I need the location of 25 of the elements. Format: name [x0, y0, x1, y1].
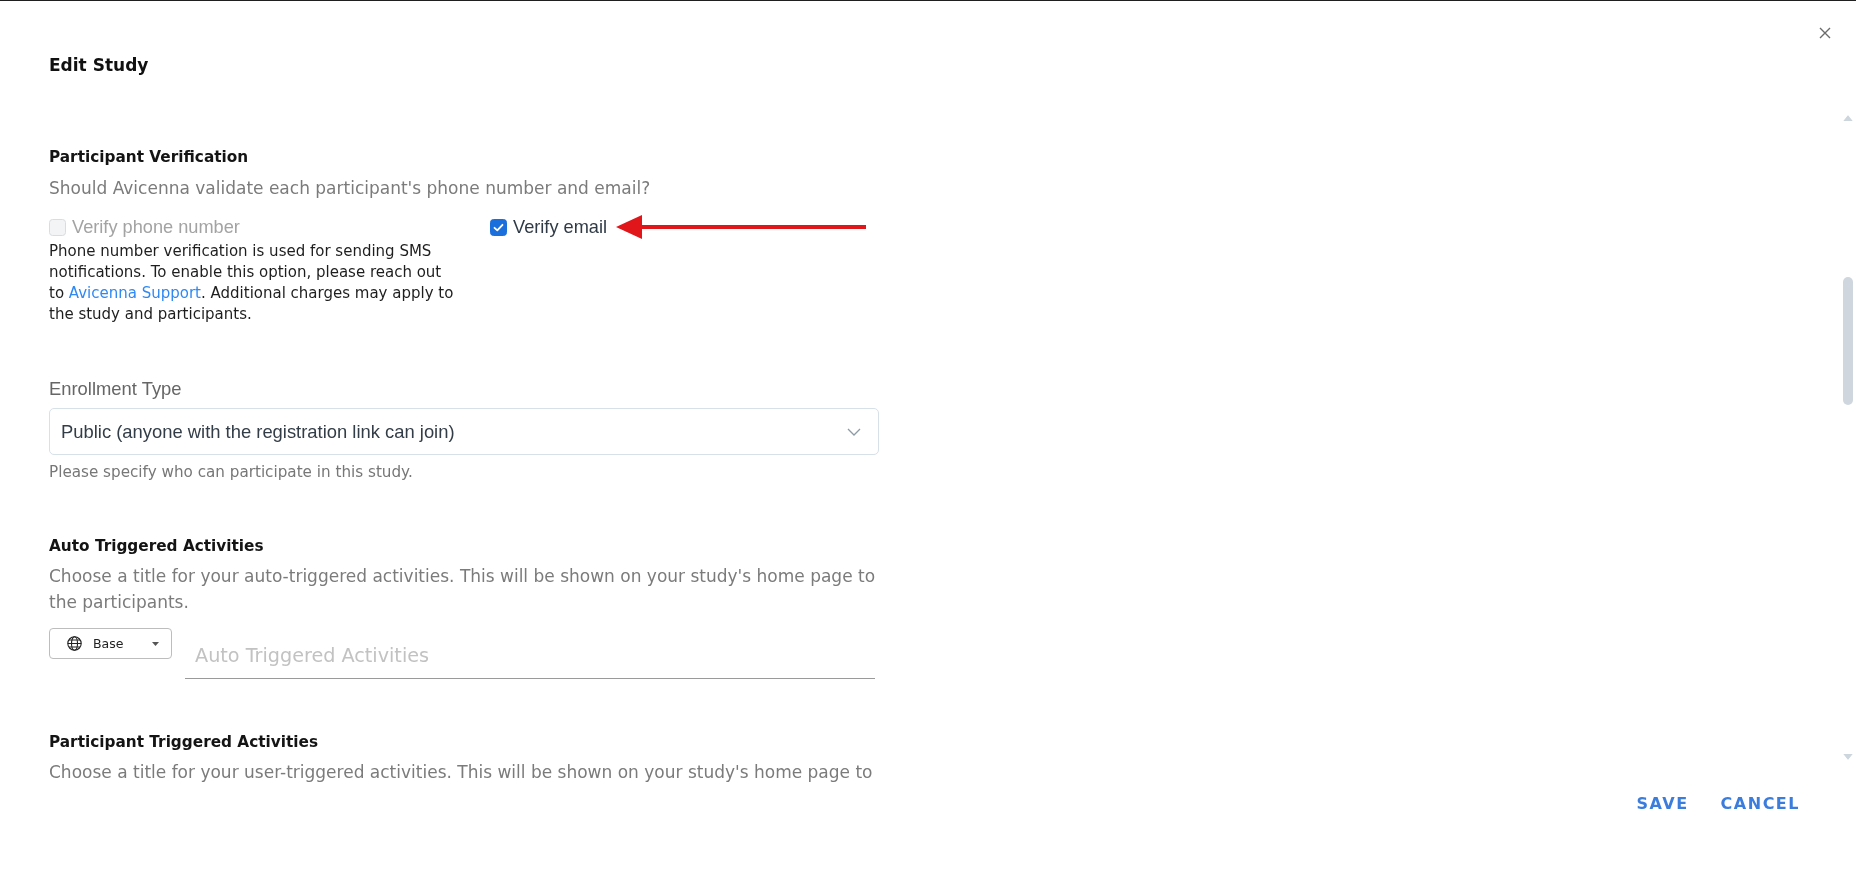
field-label: Enrollment Type	[49, 377, 183, 401]
section-description: Should Avicenna validate each participant's phone number and email?	[49, 177, 652, 200]
help-text: Phone number verification is used for sending SMS notifications. To enable this option, please reach out to Avicenna Support. Additional charges may apply to the study and participants.	[49, 241, 455, 325]
section-description: Choose a title for your auto-triggered activities. This will be shown on your study's home page to the participants.	[49, 565, 877, 614]
section-heading: Auto Triggered Activities	[49, 536, 265, 557]
language-button[interactable]: Base	[49, 628, 172, 659]
dialog-title: Edit Study	[49, 54, 149, 77]
section-description: Choose a title for your user-triggered activities. This will be shown on your study's home page to	[49, 761, 874, 784]
section-heading: Participant Verification	[49, 147, 250, 168]
globe-icon	[67, 636, 82, 651]
scrollbar-thumb[interactable]	[1843, 277, 1853, 405]
save-button[interactable]: SAVE	[1628, 786, 1697, 822]
caret-up-icon[interactable]	[1843, 115, 1853, 121]
close-button[interactable]	[1819, 27, 1831, 39]
close-icon	[1819, 27, 1831, 39]
checkbox[interactable]	[490, 218, 507, 236]
enrollment-select[interactable]: Public (anyone with the registration link can join)	[49, 408, 879, 455]
caret-down-icon	[152, 641, 159, 646]
title-input[interactable]: Auto Triggered Activities	[185, 633, 875, 679]
caret-down-icon[interactable]	[1843, 754, 1853, 760]
checkbox-label[interactable]: Verify email	[513, 216, 607, 238]
chevron-down-icon	[847, 427, 861, 436]
section-heading: Participant Triggered Activities	[49, 732, 320, 753]
helper-text: Please specify who can participate in this study.	[49, 462, 414, 483]
cancel-button[interactable]: CANCEL	[1712, 786, 1808, 822]
